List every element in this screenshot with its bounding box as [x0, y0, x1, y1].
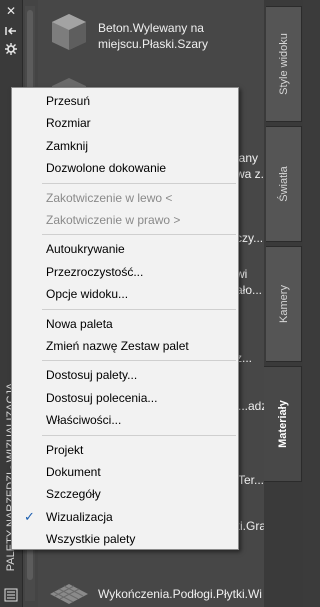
menu-item-dostosuj-polecenia[interactable]: Dostosuj polecenia... [12, 387, 238, 409]
menu-separator [42, 434, 236, 436]
menu-item-szczeg-y[interactable]: Szczegóły [12, 483, 238, 505]
menu-item-dostosuj-palety[interactable]: Dostosuj palety... [12, 364, 238, 386]
menu-item-zmie-nazw-zestaw-palet[interactable]: Zmień nazwę Zestaw palet [12, 335, 238, 357]
menu-item-label: Przezroczystość... [46, 264, 144, 279]
menu-item-label: Wizualizacja [46, 509, 113, 524]
menu-item-label: Opcje widoku... [46, 287, 129, 302]
menu-item-nowa-paleta[interactable]: Nowa paleta [12, 313, 238, 335]
tab-kamery[interactable]: Kamery [266, 246, 302, 362]
menu-item-label: Szczegóły [46, 487, 101, 502]
menu-item-label: Dokument [46, 465, 101, 479]
menu-item-wizualizacja[interactable]: ✓ Wizualizacja [12, 506, 238, 528]
menu-item-label: Autoukrywanie [46, 242, 125, 257]
tool-item-label: Wykończenia.Podłogi.Płytki.Wi [98, 587, 262, 601]
menu-item-label: Właściwości... [46, 413, 122, 428]
menu-separator [42, 182, 236, 184]
tool-item-label: Beton.Wylewany na miejscu.Płaski.Szary [98, 21, 209, 51]
checkmark-icon: ✓ [24, 508, 35, 524]
menu-item-przesu[interactable]: Przesuń [12, 90, 238, 112]
menu-separator [42, 360, 236, 362]
menu-item-label: Dostosuj polecenia... [46, 390, 158, 405]
palette-list-icon[interactable] [4, 588, 18, 602]
menu-item-zakotwiczenie-w-lewo: Zakotwiczenie w lewo < [12, 187, 238, 209]
tool-item-label: ...adzi [238, 399, 264, 413]
menu-item-projekt[interactable]: Projekt [12, 439, 238, 461]
menu-item-wszystkie-palety[interactable]: Wszystkie palety [12, 528, 238, 550]
menu-separator [42, 308, 236, 310]
menu-item-w-a-ciwo-ci[interactable]: Właściwości... [12, 409, 238, 431]
menu-item-label: Zamknij [46, 138, 89, 153]
menu-item-dozwolone-dokowanie[interactable]: Dozwolone dokowanie [12, 157, 238, 179]
close-icon[interactable]: ✕ [4, 4, 18, 18]
tab-label: Światła [277, 166, 290, 202]
menu-item-label: Zakotwiczenie w prawo > [46, 213, 181, 227]
tool-item[interactable]: Wykończenia.Podłogi.Płytki.Wi [38, 568, 264, 607]
menu-item-label: Rozmiar [46, 116, 91, 131]
menu-item-autoukrywanie[interactable]: Autoukrywanie [12, 238, 238, 260]
properties-icon[interactable] [4, 42, 18, 56]
menu-item-label: Dozwolone dokowanie [46, 161, 167, 176]
menu-item-przezroczysto[interactable]: Przezroczystość... [12, 261, 238, 283]
tile-thumbnail-icon [50, 584, 88, 604]
tab-style-widoku[interactable]: Style widoku [266, 6, 302, 122]
context-menu: Przesuń Rozmiar Zamknij Dozwolone dokowanie… [11, 87, 239, 550]
tab-swiatla[interactable]: Światła [266, 126, 302, 242]
menu-item-label: Dostosuj palety... [46, 368, 138, 383]
menu-separator [42, 234, 236, 236]
menu-item-label: Nowa paleta [46, 316, 113, 331]
menu-item-label: Zakotwiczenie w lewo < [46, 190, 173, 205]
tab-label: Materiały [276, 400, 289, 448]
tab-materialy[interactable]: Materiały [264, 366, 302, 482]
tool-item[interactable]: Beton.Wylewany na miejscu.Płaski.Szary [38, 0, 264, 64]
concrete-thumbnail-icon [52, 14, 86, 50]
tab-label: Style widoku [277, 33, 290, 95]
menu-item-rozmiar[interactable]: Rozmiar [12, 112, 238, 134]
menu-item-dokument[interactable]: Dokument [12, 461, 238, 483]
menu-item-opcje-widoku[interactable]: Opcje widoku... [12, 283, 238, 305]
menu-item-zamknij[interactable]: Zamknij [12, 135, 238, 157]
tab-label: Kamery [277, 285, 290, 323]
menu-item-zakotwiczenie-w-prawo: Zakotwiczenie w prawo > [12, 209, 238, 231]
menu-item-label: Przesuń [46, 94, 91, 108]
autohide-icon[interactable] [4, 24, 18, 38]
menu-item-label: Projekt [46, 442, 84, 457]
menu-item-label: Wszystkie palety [46, 532, 136, 547]
menu-item-label: Zmień nazwę Zestaw palet [46, 339, 189, 353]
